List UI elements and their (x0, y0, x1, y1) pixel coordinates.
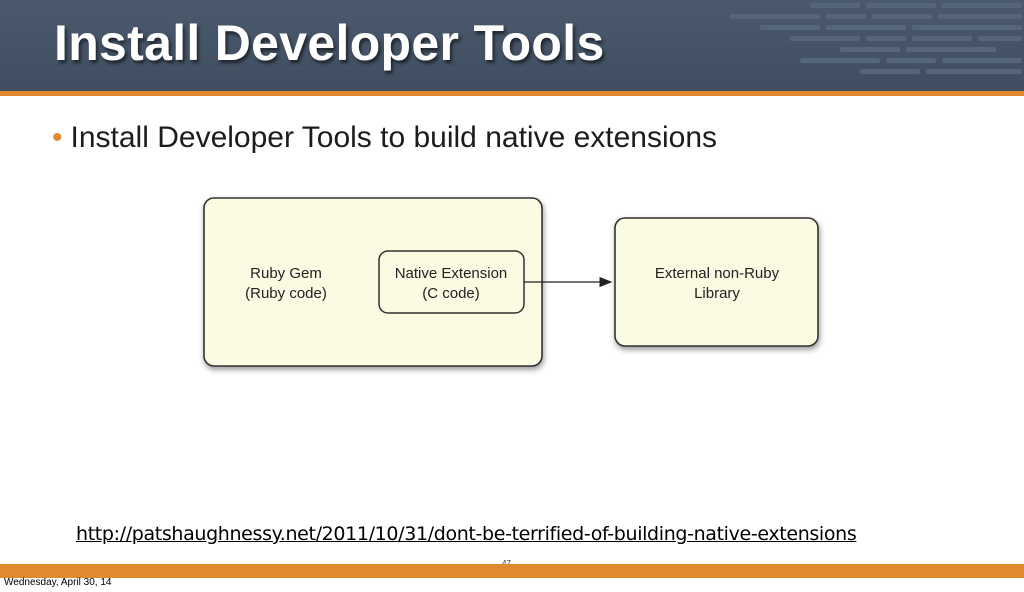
slide: Install Developer Tools • Install Develop… (0, 0, 1024, 592)
architecture-diagram: Ruby Gem (Ruby code) Native Extension (C… (203, 197, 819, 367)
external-library-label-line1: External non-Ruby (655, 265, 780, 282)
ruby-gem-label-line2: (Ruby code) (245, 285, 327, 302)
bullet-marker: • (52, 121, 63, 154)
header-pattern-decoration (730, 3, 1022, 74)
bullet-item: • Install Developer Tools to build native… (52, 121, 717, 155)
ruby-gem-label-line1: Ruby Gem (250, 265, 322, 282)
native-extension-label-line1: Native Extension (395, 265, 508, 282)
footer-accent-bar (0, 564, 1024, 578)
source-link[interactable]: http://patshaughnessy.net/2011/10/31/don… (76, 523, 946, 545)
external-library-label-line2: Library (694, 285, 740, 302)
native-extension-label-line2: (C code) (422, 285, 480, 302)
footer-date: Wednesday, April 30, 14 (4, 577, 112, 588)
slide-title: Install Developer Tools (54, 15, 605, 71)
external-library-box (614, 217, 819, 347)
native-extension-box (378, 250, 525, 314)
header-band: Install Developer Tools (0, 0, 1024, 91)
bullet-text: Install Developer Tools to build native … (70, 121, 718, 154)
